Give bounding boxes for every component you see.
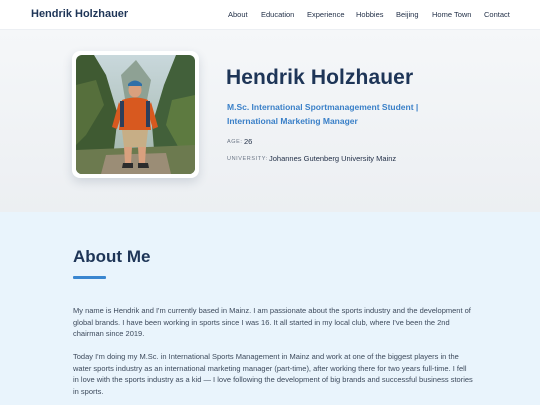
about-paragraph: Today I'm doing my M.Sc. in Internationa… bbox=[73, 352, 473, 396]
nav-link-hobbies[interactable]: Hobbies bbox=[356, 10, 384, 19]
profile-photo-frame bbox=[72, 51, 199, 178]
hero-subtitle: M.Sc. International Sportmanagement Stud… bbox=[227, 102, 419, 126]
university-value: Johannes Gutenberg University Mainz bbox=[269, 154, 397, 163]
profile-photo bbox=[76, 55, 195, 174]
nav-link-home-town[interactable]: Home Town bbox=[432, 10, 471, 19]
age-value: 26 bbox=[244, 137, 253, 146]
title-underline bbox=[73, 276, 106, 279]
nav-link-experience[interactable]: Experience bbox=[307, 10, 345, 19]
nav-link-beijing[interactable]: Beijing bbox=[396, 10, 419, 19]
age-label: AGE: bbox=[227, 139, 243, 145]
university-label: UNIVERSITY: bbox=[227, 156, 268, 162]
brand-logo-link[interactable]: Hendrik Holzhauer bbox=[31, 8, 128, 20]
nav-link-about[interactable]: About bbox=[228, 10, 248, 19]
about-title: About Me bbox=[73, 247, 151, 266]
hero-name: Hendrik Holzhauer bbox=[226, 66, 414, 89]
nav-link-contact[interactable]: Contact bbox=[484, 10, 510, 19]
nav-link-education[interactable]: Education bbox=[261, 10, 294, 19]
about-paragraph: My name is Hendrik and I'm currently bas… bbox=[73, 306, 471, 339]
navbar: Hendrik Holzhauer About Education Experi… bbox=[0, 0, 540, 30]
